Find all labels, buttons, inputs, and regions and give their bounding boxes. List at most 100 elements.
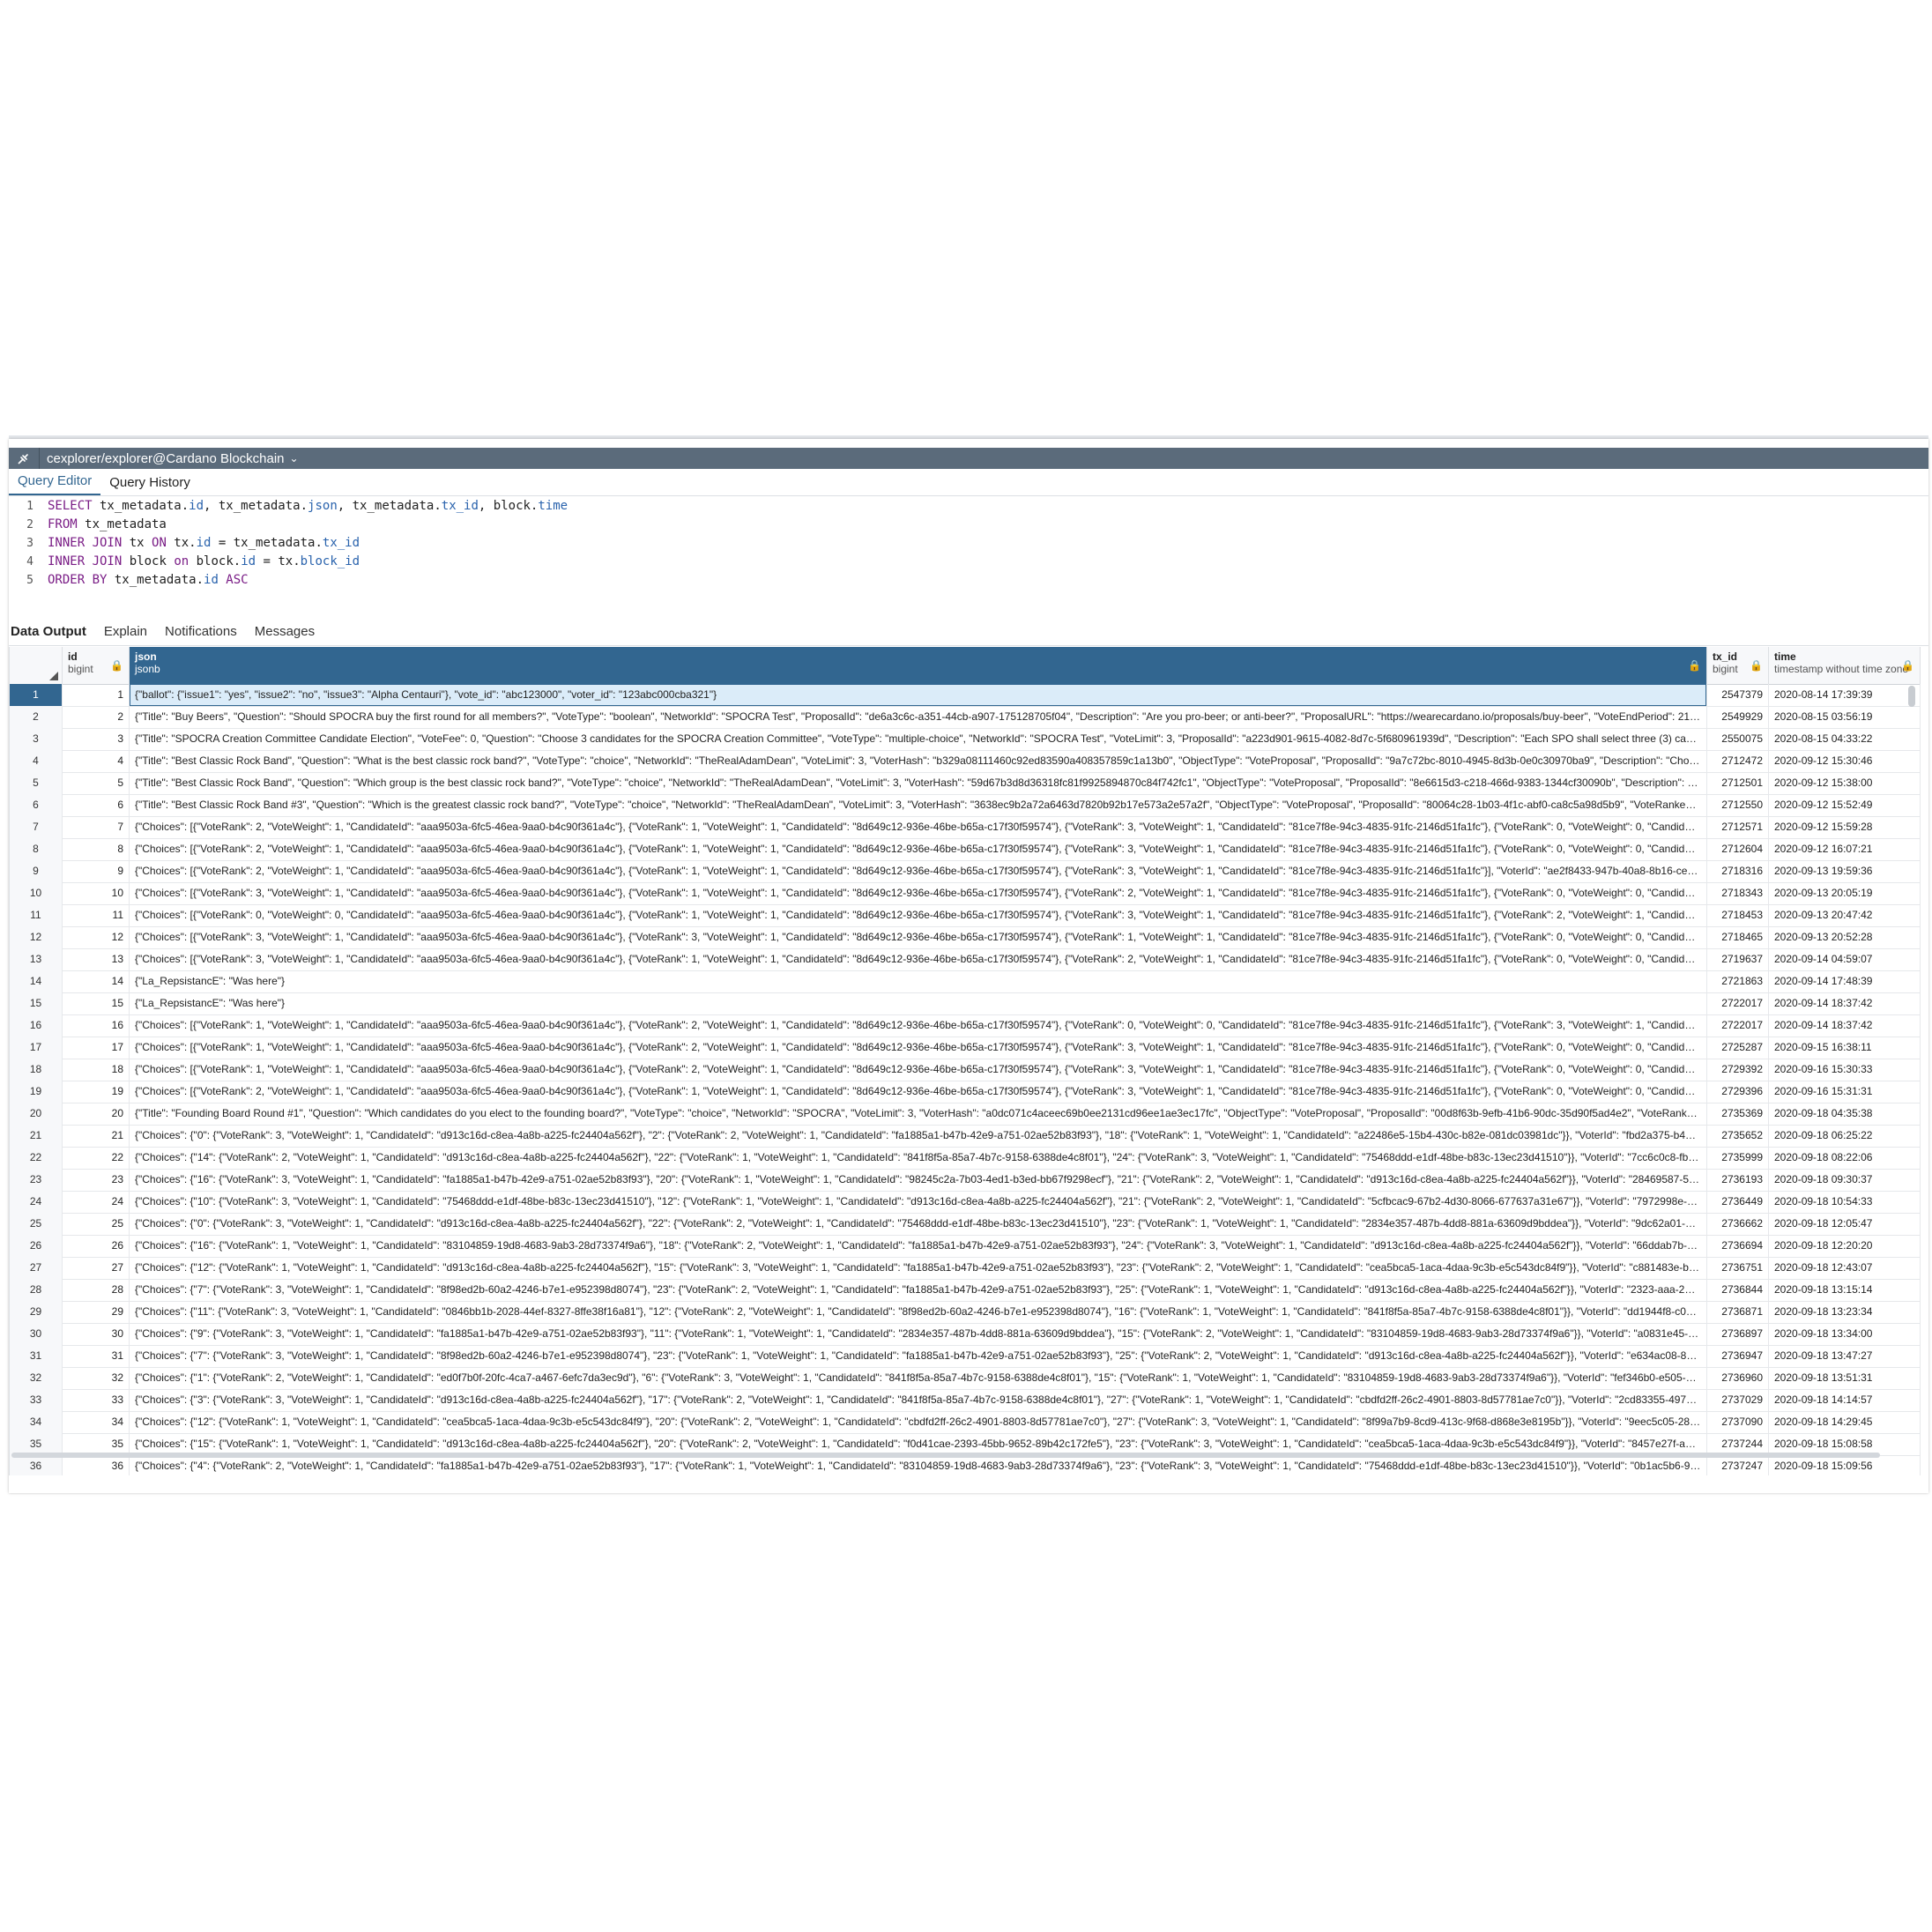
table-row[interactable]: 14 14 {"La_RepsistancE": "Was here"} 272186…	[10, 970, 1921, 993]
row-number[interactable]: 10	[10, 882, 63, 904]
cell-tx-id[interactable]: 2736947	[1707, 1345, 1769, 1367]
cell-time[interactable]: 2020-09-18 13:47:27	[1769, 1345, 1921, 1367]
cell-time[interactable]: 2020-09-18 12:43:07	[1769, 1257, 1921, 1279]
cell-json[interactable]: {"Choices": {"1": {"VoteRank": 2, "VoteW…	[130, 1367, 1707, 1389]
cell-time[interactable]: 2020-09-14 18:37:42	[1769, 1014, 1921, 1037]
cell-tx-id[interactable]: 2736871	[1707, 1301, 1769, 1323]
cell-id[interactable]: 16	[63, 1014, 130, 1037]
cell-id[interactable]: 14	[63, 970, 130, 992]
chevron-down-icon[interactable]: ⌄	[290, 452, 299, 464]
cell-time[interactable]: 2020-09-18 13:23:34	[1769, 1301, 1921, 1323]
cell-json[interactable]: {"Choices": [{"VoteRank": 2, "VoteWeight…	[130, 838, 1707, 860]
cell-time[interactable]: 2020-09-12 15:52:49	[1769, 794, 1921, 816]
cell-time[interactable]: 2020-09-15 16:38:11	[1769, 1037, 1921, 1059]
cell-time[interactable]: 2020-08-15 04:33:22	[1769, 728, 1921, 750]
table-row[interactable]: 19 19 {"Choices": [{"VoteRank": 2, "VoteWe…	[10, 1081, 1921, 1103]
cell-time[interactable]: 2020-09-18 04:35:38	[1769, 1103, 1921, 1125]
cell-id[interactable]: 29	[63, 1301, 130, 1323]
row-number[interactable]: 32	[10, 1367, 63, 1389]
cell-tx-id[interactable]: 2736844	[1707, 1279, 1769, 1301]
table-row[interactable]: 4 4 {"Title": "Best Classic Rock Band", "Q…	[10, 750, 1921, 773]
table-row[interactable]: 33 33 {"Choices": {"3": {"VoteRank": 3, "V…	[10, 1389, 1921, 1412]
row-number[interactable]: 21	[10, 1125, 63, 1147]
cell-json[interactable]: {"Choices": [{"VoteRank": 1, "VoteWeight…	[130, 1037, 1707, 1059]
connection-status-icon[interactable]	[9, 448, 40, 469]
cell-json[interactable]: {"Choices": [{"VoteRank": 2, "VoteWeight…	[130, 1081, 1707, 1103]
cell-id[interactable]: 26	[63, 1235, 130, 1257]
cell-id[interactable]: 20	[63, 1103, 130, 1125]
row-number[interactable]: 5	[10, 772, 63, 794]
cell-tx-id[interactable]: 2736449	[1707, 1191, 1769, 1213]
cell-time[interactable]: 2020-09-18 09:30:37	[1769, 1169, 1921, 1191]
cell-json[interactable]: {"La_RepsistancE": "Was here"}	[130, 970, 1707, 992]
cell-id[interactable]: 21	[63, 1125, 130, 1147]
row-number[interactable]: 16	[10, 1014, 63, 1037]
tab-explain[interactable]: Explain	[102, 624, 158, 639]
tab-query-history[interactable]: Query History	[100, 475, 199, 495]
row-number[interactable]: 26	[10, 1235, 63, 1257]
cell-time[interactable]: 2020-09-18 08:22:06	[1769, 1147, 1921, 1169]
cell-time[interactable]: 2020-08-15 03:56:19	[1769, 706, 1921, 728]
cell-id[interactable]: 34	[63, 1411, 130, 1433]
cell-tx-id[interactable]: 2719637	[1707, 948, 1769, 970]
cell-time[interactable]: 2020-09-14 18:37:42	[1769, 992, 1921, 1014]
row-number[interactable]: 1	[10, 684, 63, 706]
cell-id[interactable]: 10	[63, 882, 130, 904]
cell-time[interactable]: 2020-08-14 17:39:39	[1769, 684, 1921, 706]
table-row[interactable]: 22 22 {"Choices": {"14": {"VoteRank": 2, "…	[10, 1147, 1921, 1170]
cell-json[interactable]: {"Choices": [{"VoteRank": 2, "VoteWeight…	[130, 816, 1707, 838]
cell-tx-id[interactable]: 2712550	[1707, 794, 1769, 816]
cell-tx-id[interactable]: 2712501	[1707, 772, 1769, 794]
table-row[interactable]: 21 21 {"Choices": {"0": {"VoteRank": 3, "V…	[10, 1125, 1921, 1148]
cell-time[interactable]: 2020-09-18 13:34:00	[1769, 1323, 1921, 1345]
tab-query-editor[interactable]: Query Editor	[9, 473, 101, 495]
cell-id[interactable]: 7	[63, 816, 130, 838]
cell-json[interactable]: {"Title": "SPOCRA Creation Committee Can…	[130, 728, 1707, 750]
cell-tx-id[interactable]: 2737247	[1707, 1455, 1769, 1475]
cell-json[interactable]: {"Choices": {"10": {"VoteRank": 3, "Vote…	[130, 1191, 1707, 1213]
table-row[interactable]: 28 28 {"Choices": {"7": {"VoteRank": 3, "V…	[10, 1279, 1921, 1302]
cell-tx-id[interactable]: 2735652	[1707, 1125, 1769, 1147]
cell-tx-id[interactable]: 2718465	[1707, 926, 1769, 948]
data-grid[interactable]: id bigint 🔒 json jsonb 🔒 tx_id bigint 🔒 …	[9, 647, 1921, 1475]
table-row[interactable]: 25 25 {"Choices": {"0": {"VoteRank": 3, "V…	[10, 1213, 1921, 1236]
table-row[interactable]: 5 5 {"Title": "Best Classic Rock Band", "Q…	[10, 772, 1921, 795]
cell-json[interactable]: {"Choices": {"0": {"VoteRank": 3, "VoteW…	[130, 1125, 1707, 1147]
table-row[interactable]: 20 20 {"Title": "Founding Board Round #1",…	[10, 1103, 1921, 1126]
select-all-corner[interactable]	[10, 647, 63, 684]
cell-id[interactable]: 24	[63, 1191, 130, 1213]
cell-json[interactable]: {"Choices": {"4": {"VoteRank": 2, "VoteW…	[130, 1455, 1707, 1475]
cell-tx-id[interactable]: 2736960	[1707, 1367, 1769, 1389]
table-row[interactable]: 23 23 {"Choices": {"16": {"VoteRank": 3, "…	[10, 1169, 1921, 1192]
cell-time[interactable]: 2020-09-14 17:48:39	[1769, 970, 1921, 992]
cell-id[interactable]: 32	[63, 1367, 130, 1389]
row-number[interactable]: 12	[10, 926, 63, 948]
cell-json[interactable]: {"Title": "Best Classic Rock Band #3", "…	[130, 794, 1707, 816]
row-number[interactable]: 22	[10, 1147, 63, 1169]
cell-id[interactable]: 31	[63, 1345, 130, 1367]
row-number[interactable]: 2	[10, 706, 63, 728]
cell-id[interactable]: 25	[63, 1213, 130, 1235]
cell-json[interactable]: {"Title": "Best Classic Rock Band", "Que…	[130, 772, 1707, 794]
cell-json[interactable]: {"Choices": [{"VoteRank": 1, "VoteWeight…	[130, 1059, 1707, 1081]
cell-json[interactable]: {"Choices": [{"VoteRank": 3, "VoteWeight…	[130, 948, 1707, 970]
cell-json[interactable]: {"Choices": {"12": {"VoteRank": 1, "Vote…	[130, 1411, 1707, 1433]
cell-id[interactable]: 22	[63, 1147, 130, 1169]
cell-json[interactable]: {"Choices": {"7": {"VoteRank": 3, "VoteW…	[130, 1345, 1707, 1367]
cell-time[interactable]: 2020-09-12 16:07:21	[1769, 838, 1921, 860]
cell-time[interactable]: 2020-09-16 15:31:31	[1769, 1081, 1921, 1103]
cell-time[interactable]: 2020-09-12 15:59:28	[1769, 816, 1921, 838]
cell-tx-id[interactable]: 2735999	[1707, 1147, 1769, 1169]
cell-time[interactable]: 2020-09-13 20:05:19	[1769, 882, 1921, 904]
row-number[interactable]: 6	[10, 794, 63, 816]
connection-name[interactable]: cexplorer/explorer@Cardano Blockchain	[40, 451, 285, 466]
cell-time[interactable]: 2020-09-16 15:30:33	[1769, 1059, 1921, 1081]
cell-tx-id[interactable]: 2718453	[1707, 904, 1769, 926]
cell-id[interactable]: 19	[63, 1081, 130, 1103]
column-header-id[interactable]: id bigint 🔒	[63, 647, 130, 684]
table-row[interactable]: 36 36 {"Choices": {"4": {"VoteRank": 2, "V…	[10, 1455, 1921, 1475]
row-number[interactable]: 36	[10, 1455, 63, 1475]
cell-json[interactable]: {"La_RepsistancE": "Was here"}	[130, 992, 1707, 1014]
row-number[interactable]: 30	[10, 1323, 63, 1345]
cell-tx-id[interactable]: 2547379	[1707, 684, 1769, 706]
